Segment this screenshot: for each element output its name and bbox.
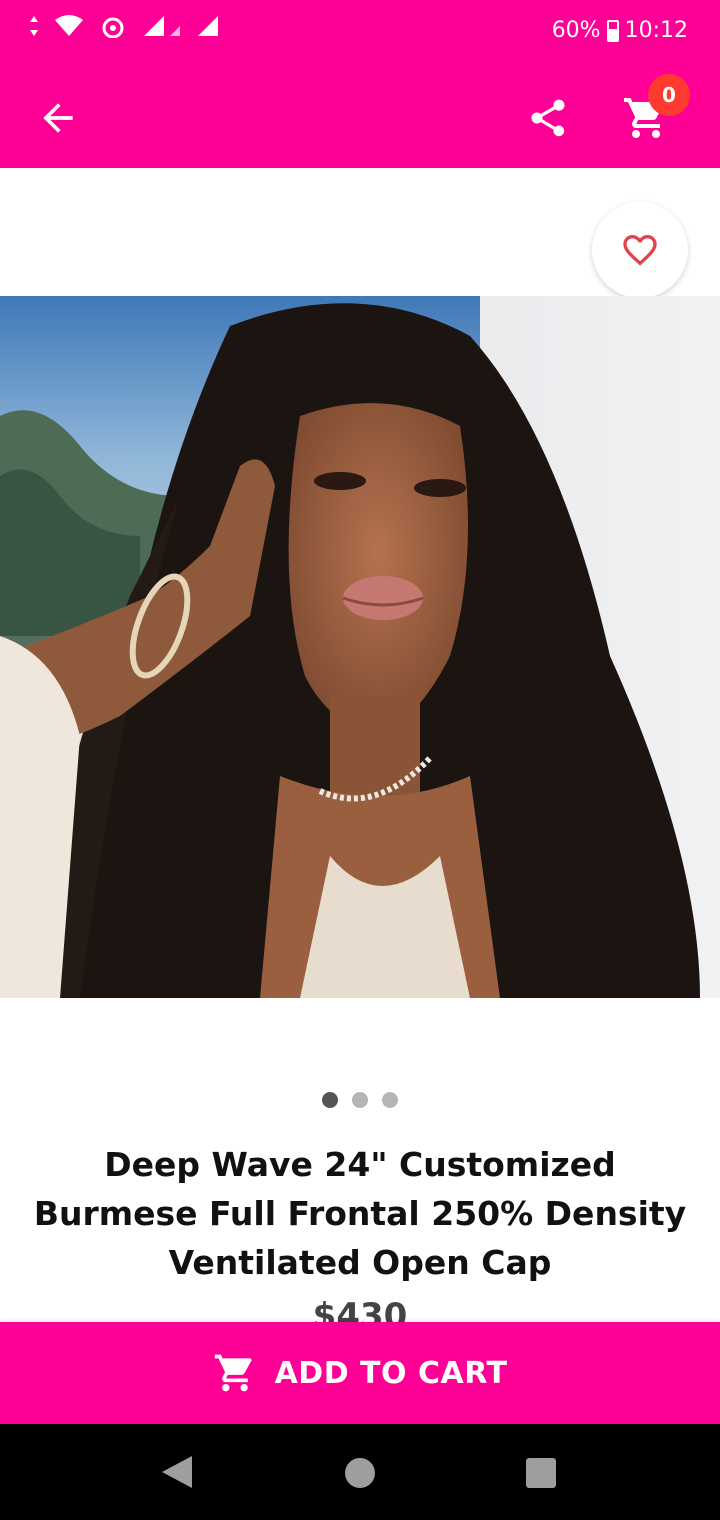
nav-recent-icon[interactable] bbox=[526, 1458, 556, 1488]
carousel-indicators bbox=[0, 1092, 720, 1108]
product-price: $430 bbox=[312, 1296, 408, 1322]
status-bar: 60% 10:12 bbox=[0, 0, 720, 68]
product-photo bbox=[0, 296, 720, 998]
share-button[interactable] bbox=[520, 90, 576, 146]
back-arrow-icon bbox=[43, 103, 73, 133]
heart-icon bbox=[623, 235, 657, 266]
signal-2-icon bbox=[198, 16, 218, 36]
nav-back-icon[interactable] bbox=[160, 1454, 194, 1490]
data-arrows-icon bbox=[30, 16, 38, 36]
product-detail: Deep Wave 24" Customized Burmese Full Fr… bbox=[0, 168, 720, 1322]
carousel-dot-2[interactable] bbox=[352, 1092, 368, 1108]
carousel-dot-3[interactable] bbox=[382, 1092, 398, 1108]
battery-percent: 60% bbox=[551, 18, 601, 43]
share-icon bbox=[531, 99, 565, 137]
system-nav-bar bbox=[0, 1424, 720, 1520]
wifi-icon bbox=[55, 15, 83, 36]
back-button[interactable] bbox=[30, 90, 86, 146]
status-right: 60% 10:12 bbox=[552, 18, 688, 43]
favorite-button[interactable] bbox=[592, 202, 688, 298]
hotspot-icon bbox=[102, 17, 124, 38]
add-to-cart-label: ADD TO CART bbox=[274, 1355, 508, 1391]
signal-icon bbox=[144, 16, 180, 36]
app-bar bbox=[0, 68, 720, 168]
cart-count-badge: 0 bbox=[648, 74, 690, 116]
carousel-dot-1[interactable] bbox=[322, 1092, 338, 1108]
clock: 10:12 bbox=[624, 18, 688, 43]
battery-icon bbox=[606, 19, 619, 42]
nav-home-icon[interactable] bbox=[345, 1458, 375, 1488]
cart-icon bbox=[214, 1354, 252, 1392]
add-to-cart-button[interactable]: ADD TO CART bbox=[0, 1322, 720, 1424]
status-icons bbox=[28, 14, 226, 38]
product-image[interactable] bbox=[0, 296, 720, 998]
product-title: Deep Wave 24" Customized Burmese Full Fr… bbox=[33, 1145, 687, 1282]
